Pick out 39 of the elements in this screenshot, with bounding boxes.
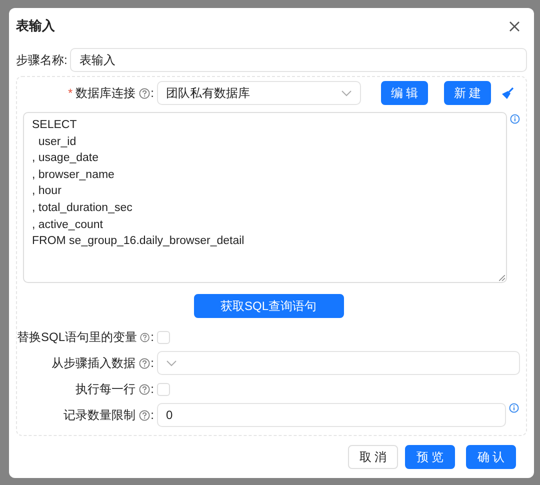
footer-button[interactable]: 预 览: [405, 445, 455, 469]
colon: :: [150, 408, 154, 422]
sql-editor[interactable]: SELECT user_id , usage_date , browser_name , hour , total_duration_sec , active_count FROM se_group_16.daily_browser_detail: [23, 112, 508, 283]
required-mark: *: [68, 86, 73, 100]
field-label: 从步骤插入数据: [52, 354, 136, 372]
help-icon: [138, 410, 150, 420]
dialog-title: 表输入: [16, 17, 55, 35]
colon: :: [150, 356, 154, 370]
field-label: 执行每一行: [76, 380, 136, 398]
get-sql-button[interactable]: 获取SQL查询语句: [194, 294, 344, 318]
colon: :: [150, 86, 154, 100]
resize-handle-icon: [499, 275, 506, 281]
footer-button[interactable]: 确 认: [466, 445, 516, 469]
chevron-down-icon: [341, 90, 352, 96]
field-label: 数据库连接: [76, 84, 136, 102]
help-icon: [138, 88, 150, 98]
select-field[interactable]: [157, 351, 520, 375]
action-button[interactable]: 编 辑: [381, 81, 428, 105]
text-field[interactable]: 表输入: [70, 48, 527, 72]
colon: :: [150, 382, 154, 396]
field-label: 步骤名称:: [16, 52, 68, 68]
colon: :: [150, 330, 154, 344]
checkbox[interactable]: [157, 330, 170, 344]
number-field[interactable]: 0: [157, 403, 506, 427]
select-field[interactable]: 团队私有数据库: [157, 81, 361, 105]
select-value: 团队私有数据库: [166, 84, 250, 102]
chevron-down-icon: [166, 360, 177, 366]
broom-icon[interactable]: [501, 86, 514, 100]
info-icon: [510, 114, 520, 124]
action-button[interactable]: 新 建: [444, 81, 491, 105]
field-label: 记录数量限制: [64, 406, 136, 424]
help-icon: [138, 384, 150, 394]
checkbox[interactable]: [157, 382, 170, 396]
info-icon: [509, 403, 519, 413]
close-icon: [509, 20, 520, 32]
help-icon: [140, 332, 150, 342]
field-label: 替换SQL语句里的变量: [17, 328, 138, 346]
help-icon: [138, 358, 150, 368]
footer-button[interactable]: 取 消: [348, 445, 398, 469]
